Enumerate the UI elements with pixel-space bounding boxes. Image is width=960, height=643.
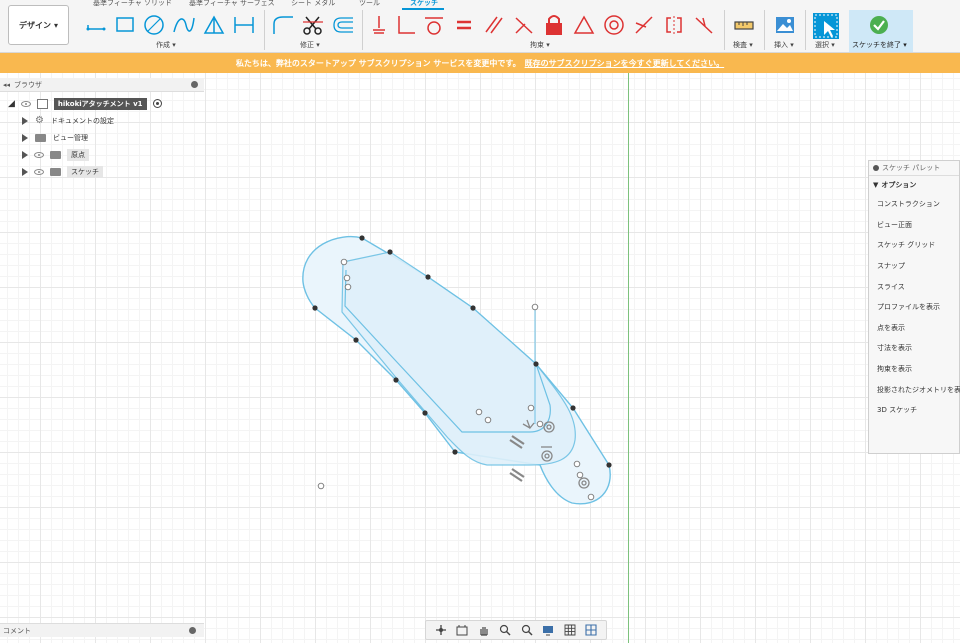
sketch-point xyxy=(353,337,359,343)
sketch-point-open xyxy=(344,283,352,291)
component-icon xyxy=(36,98,48,109)
browser-item-sketches[interactable]: スケッチ xyxy=(22,165,103,178)
sketch-point xyxy=(387,249,393,255)
palette-item-show-dimensions[interactable]: 寸法を表示 xyxy=(869,338,959,359)
palette-item-construction[interactable]: コンストラクション xyxy=(869,194,959,215)
sketch-point xyxy=(606,462,612,468)
folder-icon xyxy=(50,167,61,176)
sketch-point xyxy=(312,305,318,311)
orbit-icon[interactable] xyxy=(435,625,447,635)
palette-item-show-points[interactable]: 点を表示 xyxy=(869,318,959,339)
palette-options-section[interactable]: ▼ オプション xyxy=(869,176,959,194)
navigation-bar xyxy=(425,620,607,640)
palette-item-snap[interactable]: スナップ xyxy=(869,256,959,277)
browser-item-document-settings[interactable]: ⚙ ドキュメントの設定 xyxy=(22,114,114,127)
zoom-window-icon[interactable] xyxy=(499,624,511,636)
visibility-eye-icon[interactable] xyxy=(20,100,31,107)
visibility-eye-icon[interactable] xyxy=(34,151,44,158)
sketch-point-open xyxy=(484,416,492,424)
expand-arrow-icon[interactable] xyxy=(22,116,28,125)
expand-arrow-icon[interactable] xyxy=(22,150,28,159)
activate-radio-icon[interactable] xyxy=(152,99,162,108)
sketch-point-open xyxy=(531,303,539,311)
sketch-point xyxy=(359,235,365,241)
palette-item-show-profile[interactable]: プロファイルを表示 xyxy=(869,297,959,318)
sketch-palette-title: スケッチ パレット xyxy=(882,164,941,172)
sketch-point xyxy=(425,274,431,280)
palette-item-show-constraints[interactable]: 拘束を表示 xyxy=(869,359,959,380)
visibility-eye-icon[interactable] xyxy=(34,168,44,175)
sketch-point xyxy=(393,377,399,383)
look-at-icon[interactable] xyxy=(456,625,468,636)
sketch-point xyxy=(452,449,458,455)
sketch-point xyxy=(533,361,539,367)
browser-item-label: ビュー管理 xyxy=(53,133,88,142)
comments-label: コメント xyxy=(3,626,31,635)
app-window: デザイン ▾ 基準フィーチャ ソリッド 基準フィーチャ サーフェス シート メタ… xyxy=(0,0,960,643)
palette-item-3d-sketch[interactable]: 3D スケッチ xyxy=(869,400,959,421)
gear-icon: ⚙ xyxy=(35,115,44,126)
viewports-icon[interactable] xyxy=(585,624,597,636)
browser-root-label: hikokiアタッチメント v1 xyxy=(53,97,147,110)
comments-panel[interactable]: コメント xyxy=(0,623,204,637)
zoom-icon[interactable] xyxy=(521,624,533,636)
expand-arrow-icon[interactable] xyxy=(22,167,28,176)
display-settings-icon[interactable] xyxy=(542,625,554,636)
triangle-down-icon: ▼ xyxy=(873,181,879,189)
pin-icon[interactable] xyxy=(191,81,198,88)
browser-panel-header[interactable]: ◂◂ ブラウザ xyxy=(0,78,204,92)
sketch-point xyxy=(422,410,428,416)
palette-item-slice[interactable]: スライス xyxy=(869,276,959,297)
pin-icon[interactable] xyxy=(873,165,879,171)
browser-item-label: スケッチ xyxy=(67,165,103,178)
sketch-point xyxy=(570,405,576,411)
palette-section-label: オプション xyxy=(881,181,917,189)
add-comment-icon[interactable] xyxy=(189,627,196,634)
palette-item-look-at[interactable]: ビュー正面 xyxy=(869,215,959,236)
folder-icon xyxy=(35,133,46,142)
sketch-point-open xyxy=(340,258,348,266)
sketch-point-open xyxy=(317,482,325,490)
browser-item-label: ドキュメントの設定 xyxy=(50,116,114,125)
sketch-point-open xyxy=(475,408,483,416)
pan-icon[interactable] xyxy=(478,625,490,636)
sketch-point-open xyxy=(527,404,535,412)
sketch-point-open xyxy=(576,471,584,479)
sketch-point-open xyxy=(573,460,581,468)
sketch-point-open xyxy=(343,274,351,282)
expand-arrow-icon[interactable] xyxy=(22,133,28,142)
browser-title: ブラウザ xyxy=(14,80,43,89)
palette-item-show-projected-geometry[interactable]: 投影されたジオメトリを表示 xyxy=(869,379,960,400)
browser-item-origin[interactable]: 原点 xyxy=(22,148,89,161)
expand-open-icon[interactable]: ◢ xyxy=(8,99,15,109)
grid-settings-icon[interactable] xyxy=(564,624,576,636)
sketch-point-open xyxy=(587,493,595,501)
sketch-point-open xyxy=(536,420,544,428)
sketch-point xyxy=(470,305,476,311)
sketch-palette-header[interactable]: スケッチ パレット xyxy=(869,161,959,176)
sketch-palette: スケッチ パレット ▼ オプション コンストラクション ビュー正面 スケッチ グ… xyxy=(868,160,960,454)
palette-item-sketch-grid[interactable]: スケッチ グリッド xyxy=(869,235,959,256)
collapse-arrows-icon[interactable]: ◂◂ xyxy=(3,81,10,89)
browser-root-row[interactable]: ◢ hikokiアタッチメント v1 xyxy=(8,97,162,110)
folder-icon xyxy=(50,150,61,159)
browser-item-label: 原点 xyxy=(67,148,89,161)
browser-item-views[interactable]: ビュー管理 xyxy=(22,131,88,144)
